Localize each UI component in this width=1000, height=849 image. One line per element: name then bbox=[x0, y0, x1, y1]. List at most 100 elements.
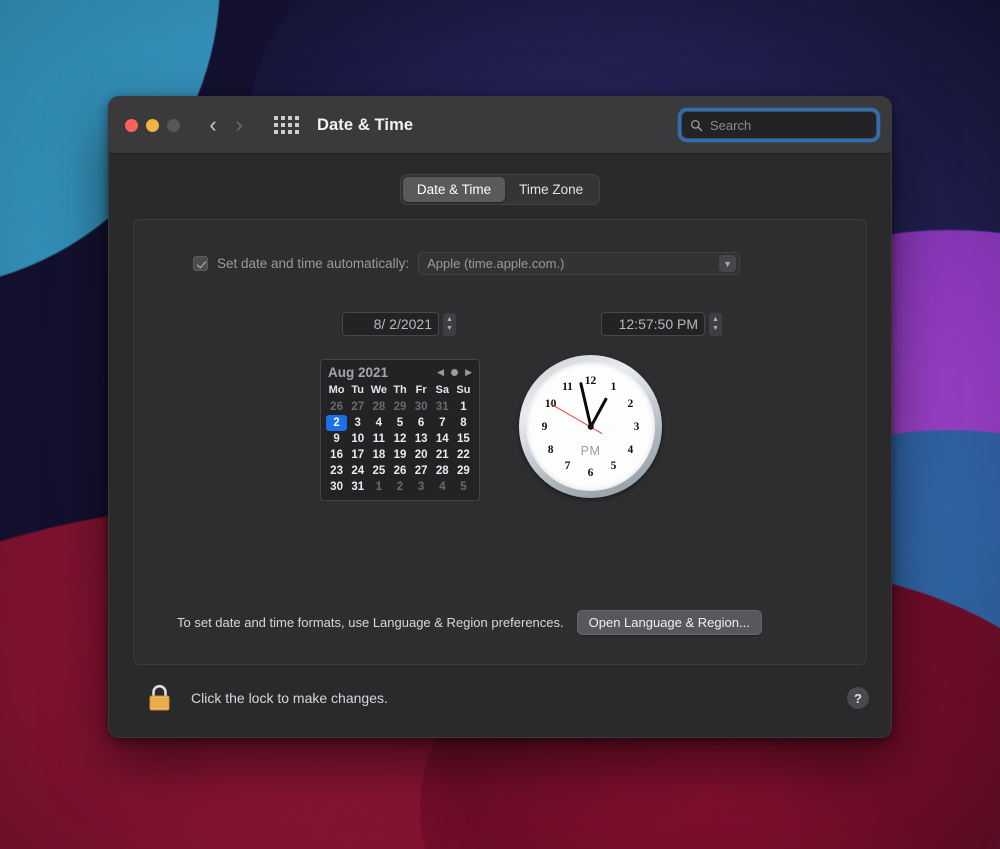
calendar-day[interactable]: 13 bbox=[411, 431, 432, 447]
calendar-week-row: 23242526272829 bbox=[326, 463, 474, 479]
calendar-day[interactable]: 6 bbox=[411, 415, 432, 431]
clock-hour-number: 5 bbox=[611, 460, 617, 472]
calendar-day[interactable]: 28 bbox=[432, 463, 453, 479]
calendar-day[interactable]: 27 bbox=[347, 399, 368, 415]
calendar-day[interactable]: 8 bbox=[453, 415, 474, 431]
calendar-week-row: 9101112131415 bbox=[326, 431, 474, 447]
calendar-day[interactable]: 26 bbox=[389, 463, 410, 479]
calendar-day[interactable]: 11 bbox=[368, 431, 389, 447]
clock-face: 121234567891011 PM bbox=[526, 362, 655, 491]
calendar-day[interactable]: 29 bbox=[389, 399, 410, 415]
calendar-day[interactable]: 17 bbox=[347, 447, 368, 463]
calendar-day[interactable]: 19 bbox=[389, 447, 410, 463]
calendar-day[interactable]: 1 bbox=[368, 479, 389, 495]
calendar-day[interactable]: 22 bbox=[453, 447, 474, 463]
calendar-day[interactable]: 27 bbox=[411, 463, 432, 479]
calendar-grid: 2627282930311234567891011121314151617181… bbox=[326, 399, 474, 495]
calendar-weekday-header: Mo Tu We Th Fr Sa Su bbox=[326, 383, 474, 399]
tabs-container: Date & Time Time Zone bbox=[133, 174, 867, 205]
lock-closed-icon[interactable] bbox=[146, 683, 173, 713]
clock-hour-number: 12 bbox=[585, 375, 597, 387]
clock-hour-number: 8 bbox=[548, 444, 554, 456]
calendar-week-row: 2627282930311 bbox=[326, 399, 474, 415]
time-input[interactable]: 12:57:50 PM bbox=[601, 312, 705, 336]
help-question-icon[interactable]: ? bbox=[847, 687, 869, 709]
clock-hour-number: 6 bbox=[588, 467, 594, 479]
calendar-widget[interactable]: Aug 2021 ◀ ▶ Mo Tu We Th Fr Sa Su 26 bbox=[320, 359, 480, 501]
calendar-day[interactable]: 9 bbox=[326, 431, 347, 447]
calendar-day[interactable]: 3 bbox=[411, 479, 432, 495]
date-time-preferences-window: ‹ › Date & Time Date & Time Time Zone bbox=[108, 96, 892, 738]
calendar-day[interactable]: 4 bbox=[432, 479, 453, 495]
calendar-header: Aug 2021 ◀ ▶ bbox=[326, 364, 474, 383]
format-hint-text: To set date and time formats, use Langua… bbox=[177, 615, 564, 630]
calendar-day[interactable]: 29 bbox=[453, 463, 474, 479]
time-server-select: Apple (time.apple.com.) ▼ bbox=[418, 252, 740, 275]
time-stepper[interactable]: ▲ ▼ bbox=[709, 313, 722, 336]
calendar-day[interactable]: 28 bbox=[368, 399, 389, 415]
clock-hour-number: 3 bbox=[634, 421, 640, 433]
calendar-day[interactable]: 12 bbox=[389, 431, 410, 447]
clock-bezel: 121234567891011 PM bbox=[519, 355, 662, 498]
calendar-day[interactable]: 5 bbox=[389, 415, 410, 431]
calendar-day[interactable]: 20 bbox=[411, 447, 432, 463]
calendar-day[interactable]: 18 bbox=[368, 447, 389, 463]
calendar-day[interactable]: 7 bbox=[432, 415, 453, 431]
weekday-label: Fr bbox=[411, 383, 432, 399]
open-language-region-button[interactable]: Open Language & Region... bbox=[577, 610, 762, 635]
weekday-label: Su bbox=[453, 383, 474, 399]
calendar-day[interactable]: 10 bbox=[347, 431, 368, 447]
grid-apps-icon[interactable] bbox=[274, 116, 299, 134]
calendar-day[interactable]: 3 bbox=[347, 415, 368, 431]
calendar-week-row: 2345678 bbox=[326, 415, 474, 431]
calendar-day[interactable]: 1 bbox=[453, 399, 474, 415]
chevron-right-icon: › bbox=[226, 110, 252, 140]
search-input[interactable] bbox=[710, 118, 868, 133]
dot-icon[interactable] bbox=[451, 369, 458, 376]
calendar-day[interactable]: 30 bbox=[326, 479, 347, 495]
calendar-day[interactable]: 2 bbox=[389, 479, 410, 495]
calendar-day[interactable]: 14 bbox=[432, 431, 453, 447]
calendar-day[interactable]: 15 bbox=[453, 431, 474, 447]
triangle-right-icon[interactable]: ▶ bbox=[465, 367, 472, 378]
calendar-day[interactable]: 25 bbox=[368, 463, 389, 479]
triangle-left-icon[interactable]: ◀ bbox=[437, 367, 444, 378]
lock-hint-text: Click the lock to make changes. bbox=[191, 690, 388, 706]
stepper-up-icon: ▲ bbox=[712, 316, 719, 323]
search-field[interactable] bbox=[681, 111, 877, 139]
clock-hour-number: 4 bbox=[627, 444, 633, 456]
close-button[interactable] bbox=[125, 119, 138, 132]
calendar-day[interactable]: 26 bbox=[326, 399, 347, 415]
clock-ampm-label: PM bbox=[581, 444, 601, 458]
window-titlebar: ‹ › Date & Time bbox=[109, 97, 891, 154]
calendar-day-selected[interactable]: 2 bbox=[326, 415, 347, 431]
stepper-down-icon: ▼ bbox=[446, 325, 453, 332]
calendar-day[interactable]: 24 bbox=[347, 463, 368, 479]
date-input[interactable]: 8/ 2/2021 bbox=[342, 312, 439, 336]
calendar-day[interactable]: 23 bbox=[326, 463, 347, 479]
weekday-label: Sa bbox=[432, 383, 453, 399]
zoom-button bbox=[167, 119, 180, 132]
minimize-button[interactable] bbox=[146, 119, 159, 132]
calendar-day[interactable]: 21 bbox=[432, 447, 453, 463]
calendar-day[interactable]: 31 bbox=[432, 399, 453, 415]
chevron-down-icon: ▼ bbox=[719, 255, 736, 272]
chevron-left-icon[interactable]: ‹ bbox=[200, 110, 226, 140]
analog-clock: 121234567891011 PM bbox=[519, 355, 662, 498]
calendar-day[interactable]: 30 bbox=[411, 399, 432, 415]
clock-hour-number: 7 bbox=[565, 460, 571, 472]
calendar-day[interactable]: 16 bbox=[326, 447, 347, 463]
calendar-day[interactable]: 31 bbox=[347, 479, 368, 495]
calendar-nav: ◀ ▶ bbox=[437, 367, 472, 378]
clock-hour-number: 11 bbox=[562, 381, 573, 393]
content-panel: Set date and time automatically: Apple (… bbox=[133, 219, 867, 665]
tab-date-time[interactable]: Date & Time bbox=[403, 177, 505, 202]
tab-time-zone[interactable]: Time Zone bbox=[505, 177, 597, 202]
set-automatically-label: Set date and time automatically: bbox=[217, 256, 409, 271]
window-body: Date & Time Time Zone Set date and time … bbox=[109, 154, 891, 738]
calendar-day[interactable]: 4 bbox=[368, 415, 389, 431]
calendar-day[interactable]: 5 bbox=[453, 479, 474, 495]
date-stepper[interactable]: ▲ ▼ bbox=[443, 313, 456, 336]
calendar-week-row: 16171819202122 bbox=[326, 447, 474, 463]
time-server-value: Apple (time.apple.com.) bbox=[427, 256, 564, 271]
